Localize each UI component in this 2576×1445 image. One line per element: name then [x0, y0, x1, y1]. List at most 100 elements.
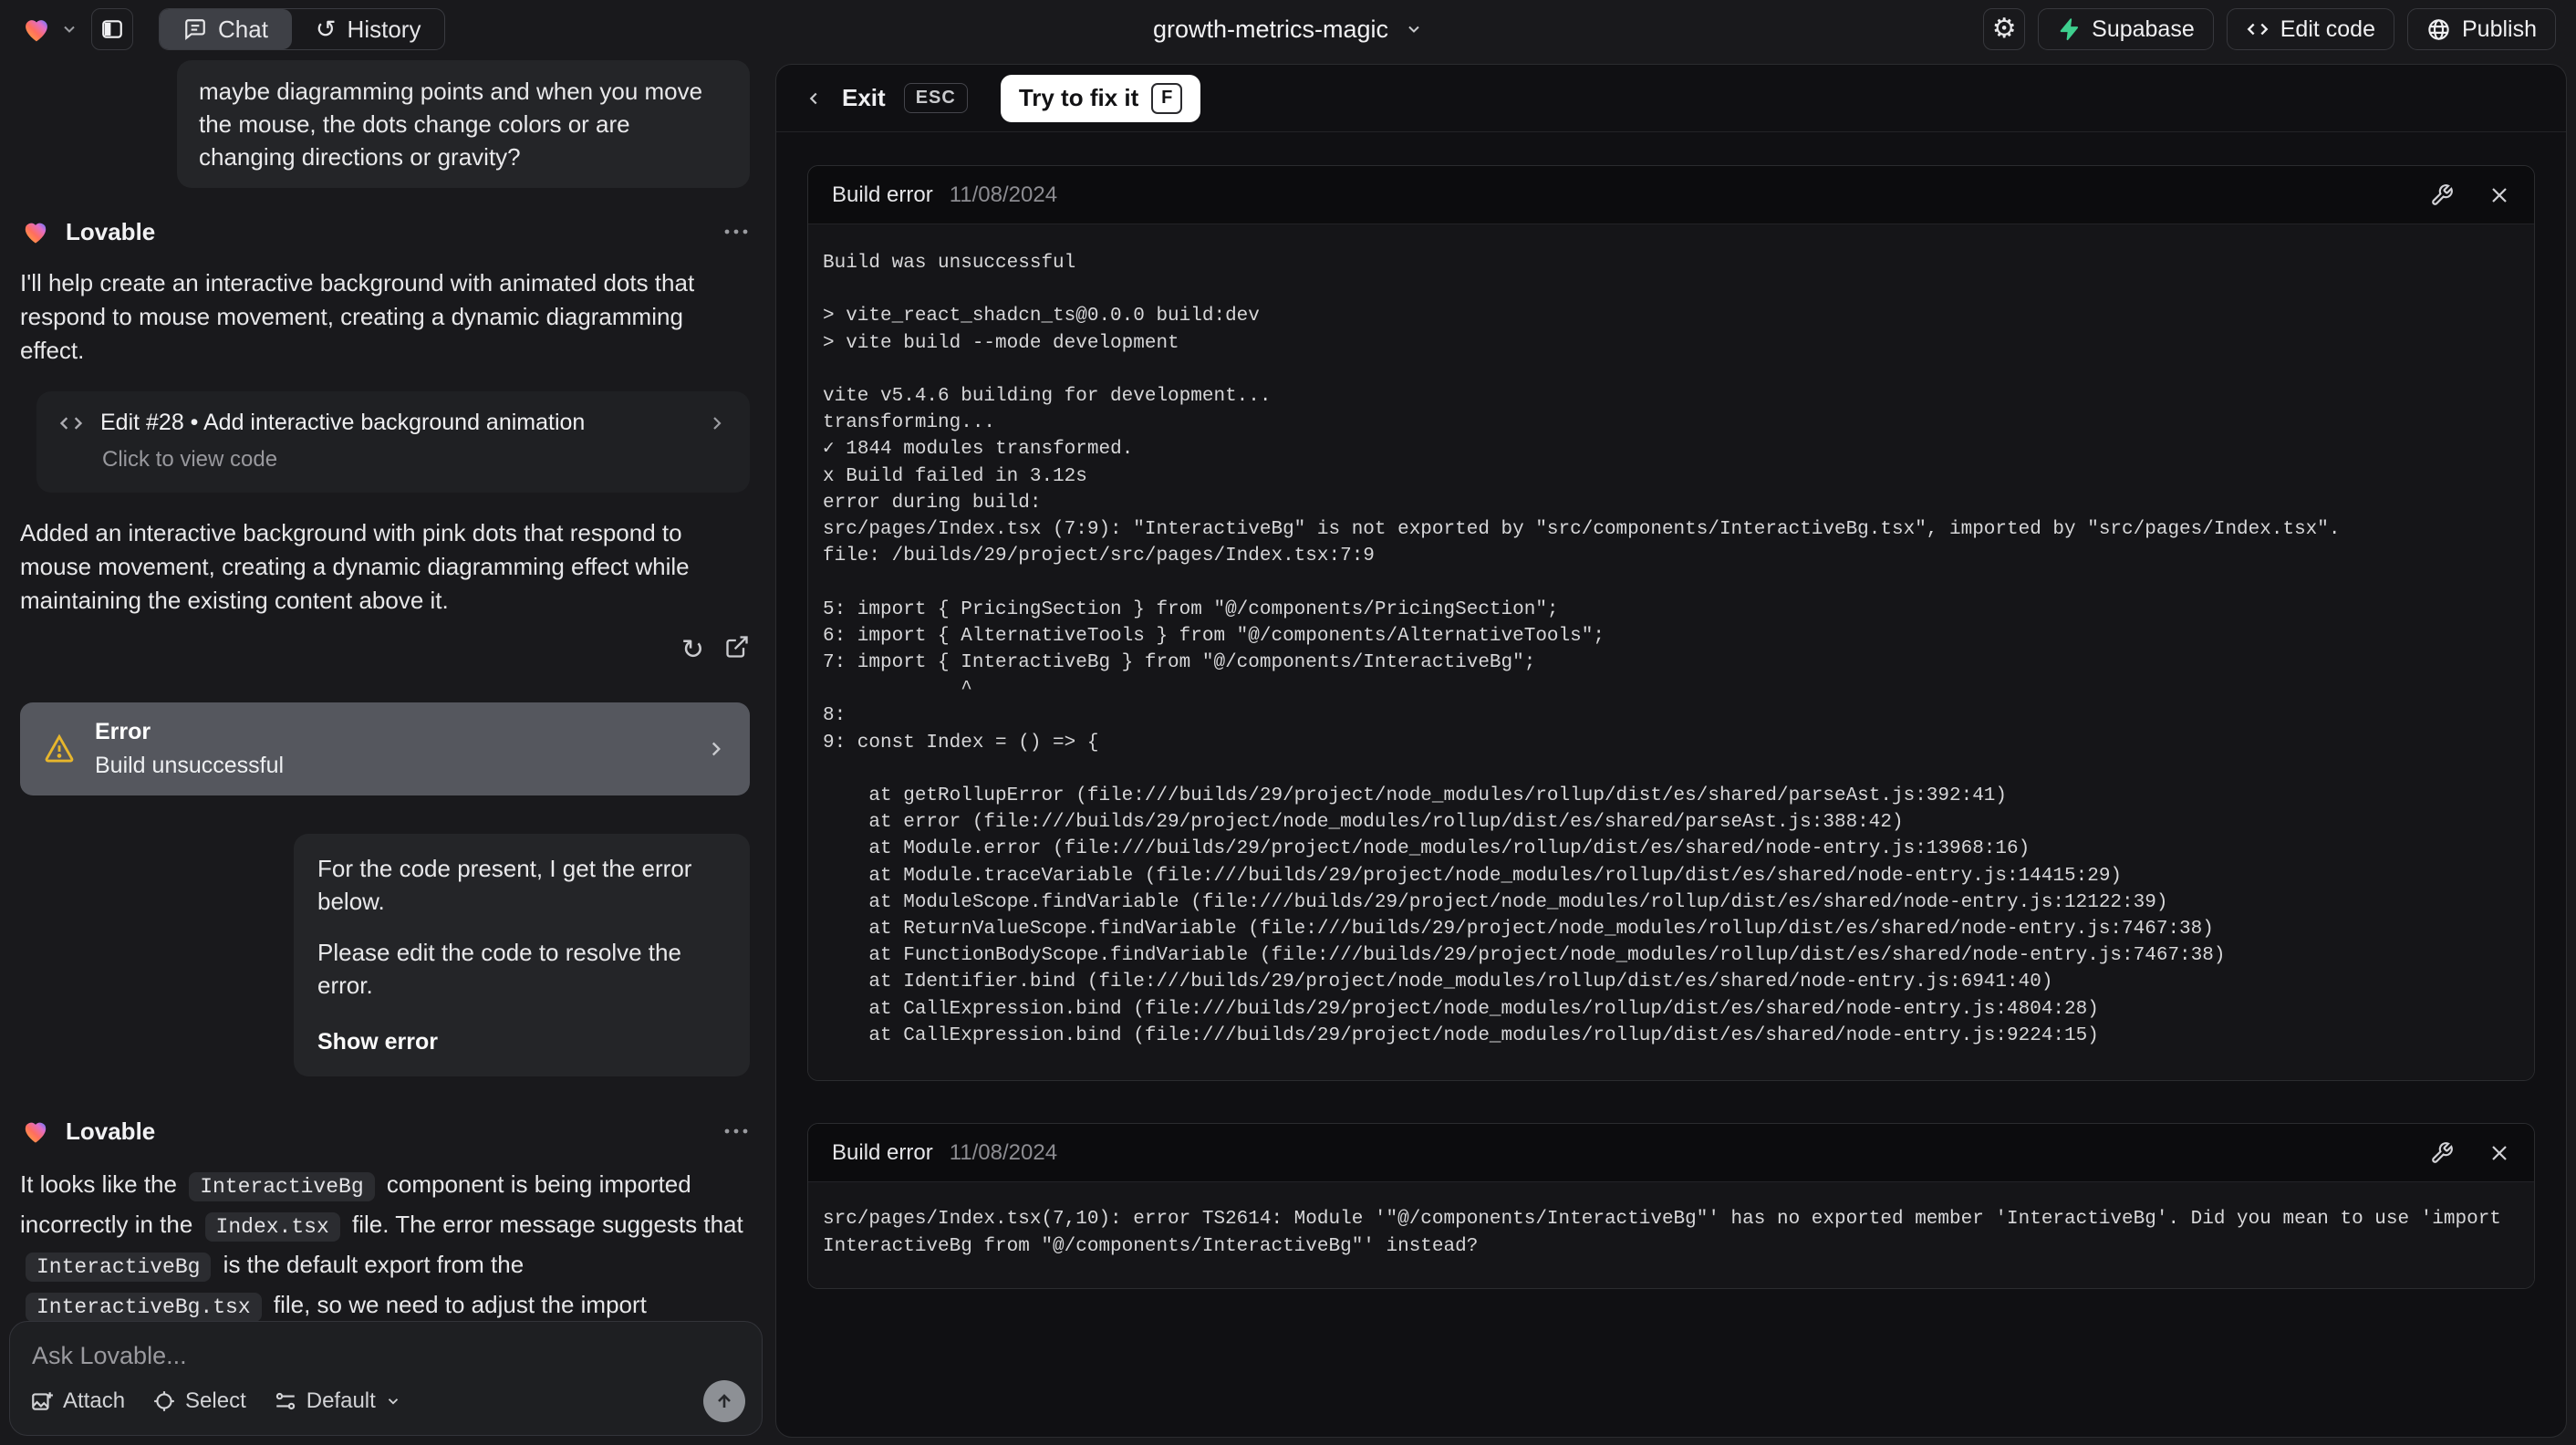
error-card-subtitle: Build unsuccessful: [95, 753, 285, 778]
inline-code: InteractiveBg.tsx: [26, 1293, 262, 1322]
code-icon: [2247, 23, 2269, 36]
tab-chat-label: Chat: [218, 15, 268, 43]
close-error-button[interactable]: [2488, 184, 2510, 206]
retry-button[interactable]: ↻: [681, 634, 704, 666]
chat-input-placeholder: Ask Lovable...: [32, 1342, 187, 1369]
tab-chat[interactable]: Chat: [160, 9, 292, 49]
user-message-line: Please edit the code to resolve the erro…: [317, 939, 681, 999]
chat-history-tabs: Chat ↺ History: [159, 8, 446, 50]
esc-key-badge: ESC: [903, 83, 968, 113]
attach-label: Attach: [63, 1388, 126, 1413]
mode-dropdown[interactable]: Default: [274, 1388, 401, 1414]
publish-label: Publish: [2462, 16, 2537, 42]
tab-history-label: History: [347, 15, 421, 43]
build-log: src/pages/Index.tsx(7,10): error TS2614:…: [823, 1209, 2501, 1258]
error-viewer-panel: Exit ESC Try to fix it F Build error 11/…: [775, 64, 2567, 1438]
chevron-down-icon: [64, 26, 75, 33]
edit-code-button[interactable]: Edit code: [2226, 8, 2394, 50]
close-icon: [2492, 187, 2507, 203]
crosshair-icon: [154, 1391, 174, 1411]
close-error-button[interactable]: [2488, 1142, 2510, 1164]
try-to-fix-label: Try to fix it: [1018, 84, 1139, 111]
sliders-icon: [275, 1392, 295, 1410]
edit-card-subtitle: Click to view code: [102, 447, 278, 472]
history-icon: ↺: [315, 15, 337, 44]
exit-button[interactable]: Exit ESC: [804, 83, 968, 113]
mode-label: Default: [306, 1388, 376, 1413]
top-bar: Chat ↺ History growth-metrics-magic ⚙ Su…: [0, 0, 2576, 58]
message-actions: ↻: [20, 634, 750, 666]
build-error-panel-header: Build error 11/08/2024: [808, 166, 2534, 224]
project-switcher[interactable]: growth-metrics-magic: [1153, 16, 1423, 44]
external-link-icon: [726, 636, 748, 658]
supabase-button[interactable]: Supabase: [2038, 8, 2214, 50]
message-menu-button[interactable]: [722, 226, 750, 237]
app-window: Chat ↺ History growth-metrics-magic ⚙ Su…: [0, 0, 2576, 1445]
chevron-right-icon: [706, 412, 728, 434]
chat-input-panel[interactable]: Ask Lovable... Attach Select Default: [9, 1321, 763, 1436]
fix-wrench-button[interactable]: [2430, 1141, 2454, 1165]
chat-bubble-icon: [185, 19, 205, 41]
assistant-name: Lovable: [66, 1117, 156, 1145]
settings-button[interactable]: ⚙: [1983, 8, 2026, 50]
wrench-icon: [2432, 183, 2453, 205]
code-icon: [58, 411, 84, 436]
publish-button[interactable]: Publish: [2407, 8, 2556, 50]
supabase-label: Supabase: [2092, 16, 2195, 42]
send-button[interactable]: [703, 1380, 745, 1422]
lovable-heart-icon: [26, 20, 47, 42]
sidebar-toggle-button[interactable]: [91, 8, 133, 50]
open-preview-button[interactable]: [724, 634, 750, 666]
chevron-down-icon: [1408, 26, 1419, 33]
chevron-right-icon: [704, 737, 728, 761]
chevron-left-icon: [809, 92, 817, 104]
wrench-icon: [2432, 1141, 2453, 1163]
globe-icon: [2428, 18, 2449, 40]
show-error-link[interactable]: Show error: [317, 1025, 726, 1058]
build-error-title: Build error: [832, 182, 933, 207]
edit-card-28[interactable]: Edit #28 • Add interactive background an…: [36, 391, 750, 493]
f-key-badge: F: [1151, 82, 1183, 114]
select-button[interactable]: Select: [152, 1388, 246, 1414]
error-card-title: Error: [95, 719, 151, 744]
attach-button[interactable]: Attach: [30, 1388, 125, 1414]
edit-code-label: Edit code: [2280, 16, 2375, 42]
assistant-name: Lovable: [66, 217, 156, 245]
build-error-title: Build error: [832, 1139, 933, 1165]
build-log: Build was unsuccessful > vite_react_shad…: [823, 253, 2341, 1046]
lovable-logo-menu[interactable]: [20, 14, 78, 45]
select-label: Select: [185, 1388, 246, 1413]
build-error-card[interactable]: Error Build unsuccessful: [20, 702, 750, 795]
build-error-panel: Build error 11/08/2024: [807, 165, 2535, 1082]
error-viewer-header: Exit ESC Try to fix it F: [776, 65, 2566, 132]
chevron-down-icon: [388, 1398, 398, 1405]
assistant-header: Lovable: [20, 1117, 750, 1146]
inline-code: InteractiveBg: [189, 1172, 375, 1201]
tab-history[interactable]: ↺ History: [292, 9, 445, 49]
build-error-date: 11/08/2024: [949, 1139, 1058, 1165]
build-error-panel-header: Build error 11/08/2024: [808, 1124, 2534, 1183]
user-message-line: For the code present, I get the error be…: [317, 855, 692, 915]
lovable-avatar: [25, 223, 47, 244]
arrow-up-icon: [718, 1394, 731, 1408]
assistant-paragraph: I'll help create an interactive backgrou…: [20, 269, 695, 364]
build-error-date: 11/08/2024: [949, 182, 1058, 207]
build-error-panel: Build error 11/08/2024: [807, 1123, 2535, 1290]
fix-wrench-button[interactable]: [2430, 183, 2454, 207]
try-to-fix-button[interactable]: Try to fix it F: [1000, 74, 1201, 122]
attach-image-icon: [32, 1392, 53, 1410]
gear-icon: ⚙: [1991, 13, 2017, 45]
assistant-paragraph: Added an interactive background with pin…: [20, 519, 690, 614]
assistant-header: Lovable: [20, 217, 750, 246]
inline-code: InteractiveBg: [26, 1253, 212, 1282]
ellipsis-icon: [724, 229, 748, 234]
user-message: For the code present, I get the error be…: [294, 834, 750, 1076]
refresh-icon: ↻: [680, 634, 704, 666]
close-icon: [2492, 1145, 2507, 1160]
message-menu-button[interactable]: [722, 1126, 750, 1137]
project-name: growth-metrics-magic: [1152, 15, 1389, 43]
panel-left-icon: [102, 20, 122, 38]
edit-card-title: Edit #28 • Add interactive background an…: [100, 410, 586, 435]
supabase-bolt-icon: [2060, 18, 2079, 41]
exit-label: Exit: [842, 84, 886, 111]
